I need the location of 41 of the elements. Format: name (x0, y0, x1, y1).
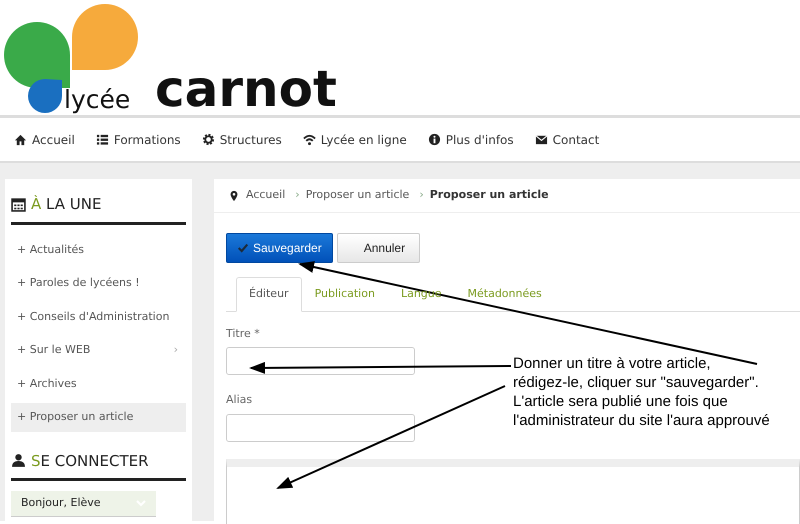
nav-link[interactable]: Contact (534, 130, 600, 148)
user-icon (11, 453, 26, 468)
input-field[interactable] (226, 347, 415, 375)
field-label: Titre * (226, 326, 260, 342)
separator-icon: › (295, 187, 300, 204)
breadcrumb-link[interactable]: Accueil (246, 187, 286, 204)
logo[interactable]: lycée carnot (0, 0, 340, 118)
breadcrumb-link[interactable]: Proposer un article (306, 187, 410, 204)
nav-link[interactable]: Lycée en ligne (302, 130, 407, 148)
annotation-text: Donner un titre à votre article, rédigez-le, cliquer sur "sauvegarder". L'article sera publié une fois que l'administrateur du site l'aura approuvé (513, 354, 770, 430)
envelope-icon (534, 133, 548, 146)
nav-link[interactable]: Plus d'infos (428, 130, 514, 148)
menu-item[interactable]: + Paroles de lycéens ! (11, 269, 186, 298)
wifi-icon (302, 133, 316, 146)
calendar-icon (11, 196, 26, 212)
breadcrumb-current: Proposer un article (430, 187, 549, 204)
home-icon (14, 133, 27, 146)
list-icon (96, 133, 109, 146)
menu-item[interactable]: + Conseils d'Administration (11, 302, 186, 331)
input-field[interactable] (226, 414, 415, 442)
section-heading: SE CONNECTER (11, 450, 186, 481)
tab[interactable]: Éditeur (236, 277, 302, 312)
nav-link[interactable]: Formations (96, 130, 181, 148)
cancel-button[interactable]: Annuler (336, 233, 420, 263)
checkmark-icon (237, 242, 249, 254)
settings-icon (202, 133, 215, 146)
nav-link[interactable]: Structures (202, 130, 282, 148)
editor-area[interactable] (226, 458, 800, 524)
separator-icon: › (419, 187, 424, 204)
map-pin-icon (228, 190, 240, 202)
save-button[interactable]: Sauvegarder (226, 233, 333, 263)
field-label: Alias (226, 392, 252, 408)
menu-item[interactable]: + Sur le WEB › (11, 336, 186, 364)
menu-item[interactable]: + Archives (11, 370, 186, 398)
user-dropdown[interactable]: Bonjour, Elève (11, 491, 156, 516)
chevron-right-icon: › (174, 342, 178, 358)
section-heading: À LA UNE (11, 193, 186, 224)
menu-item[interactable]: + Proposer un article (11, 403, 186, 432)
menu-item[interactable]: + Actualités (11, 236, 186, 264)
nav-link[interactable]: Accueil (14, 130, 75, 148)
info-icon (428, 133, 441, 146)
